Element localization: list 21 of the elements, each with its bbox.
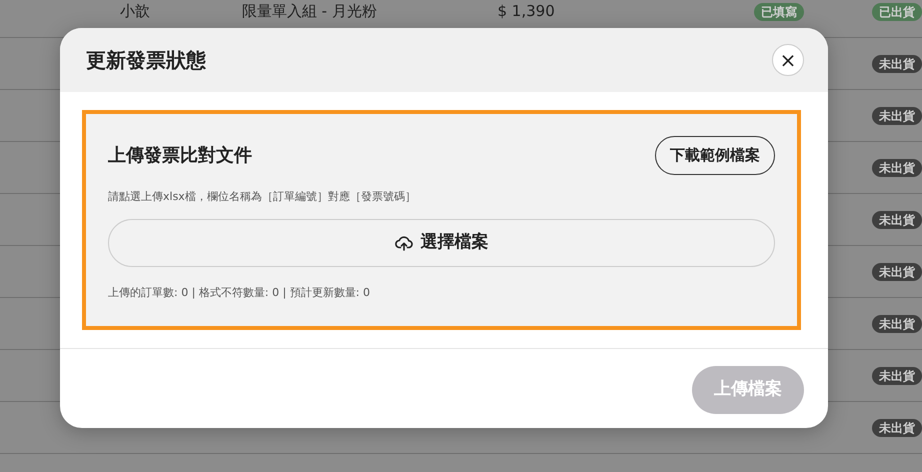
download-sample-button[interactable]: 下載範例檔案: [655, 136, 775, 174]
ship-status-badge: 未出貨: [872, 419, 922, 438]
cloud-upload-icon: [394, 235, 412, 251]
upload-counts-text: 上傳的訂單數: 0 | 格式不符數量: 0 | 預計更新數量: 0: [108, 285, 372, 301]
ship-status-badge: 未出貨: [872, 55, 922, 74]
product-name: 限量單入組 - 月光粉: [242, 2, 377, 20]
hint-text: 請點選上傳xlsx檔，欄位名稱為［訂單編號］對應［發票號碼］: [108, 188, 417, 204]
ship-status-badge: 未出貨: [872, 263, 922, 282]
close-button[interactable]: ×: [772, 44, 804, 76]
ship-status-badge: 未出貨: [872, 315, 922, 334]
ship-status-badge: 未出貨: [872, 211, 922, 230]
ship-status-badge: 已出貨: [872, 3, 922, 22]
ship-status-badge: 未出貨: [872, 159, 922, 178]
price-text: $ 1,390: [498, 2, 555, 20]
modal-title: 更新發票狀態: [86, 47, 206, 74]
ship-status-badge: 未出貨: [872, 367, 922, 386]
section-heading: 上傳發票比對文件: [108, 144, 252, 168]
fill-status-badge: 已填寫: [754, 3, 804, 22]
ship-status-badge: 未出貨: [872, 107, 922, 126]
customer-name: 小歆: [120, 2, 150, 20]
choose-file-button[interactable]: 選擇檔案: [108, 219, 775, 267]
